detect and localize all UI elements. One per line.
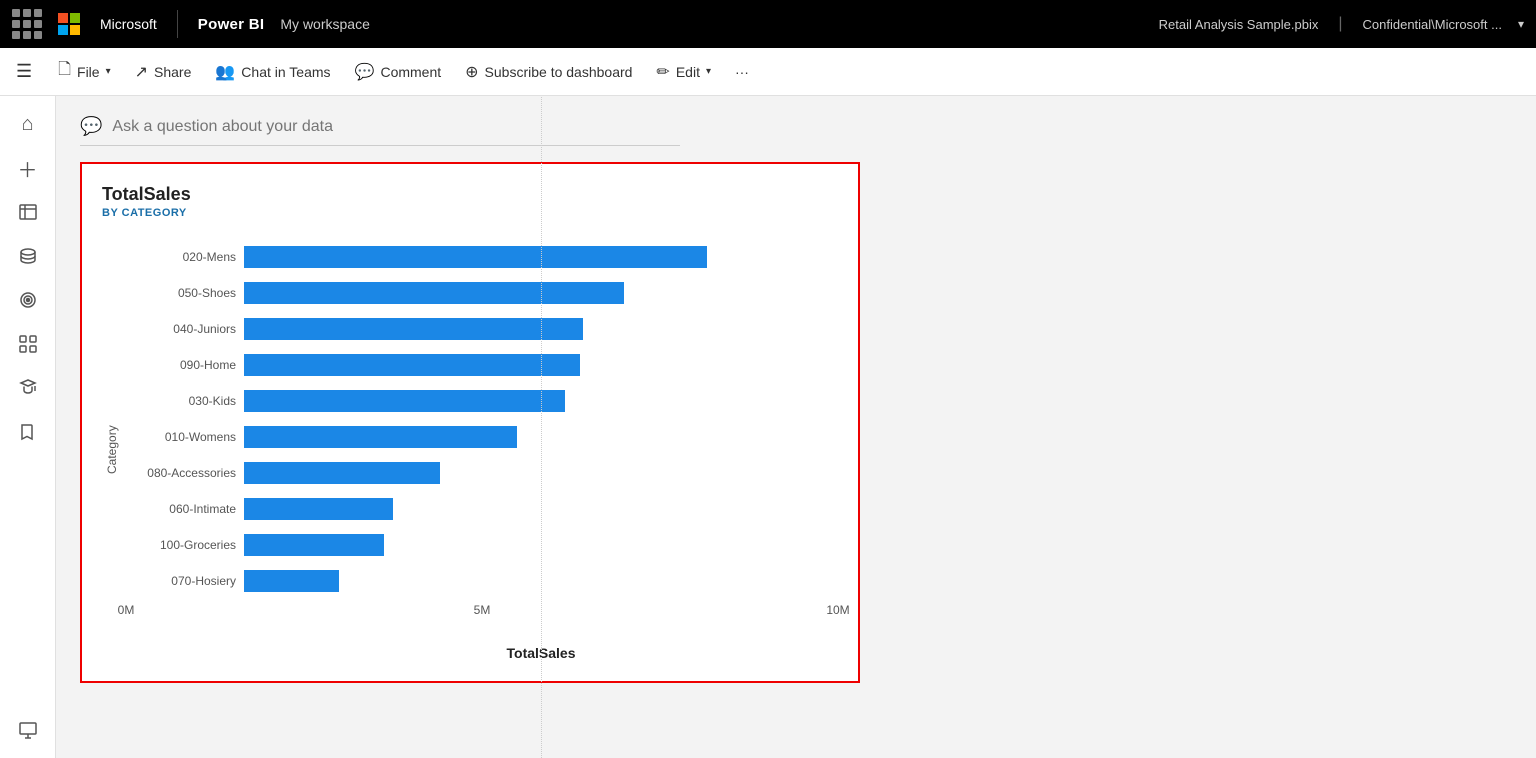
bar-fill	[244, 534, 384, 556]
microsoft-logo	[58, 13, 80, 35]
bar-row: 070-Hosiery	[126, 563, 838, 599]
bar-fill	[244, 390, 565, 412]
x-tick: 0M	[118, 603, 135, 617]
sidebar-item-browse[interactable]	[8, 192, 48, 232]
filename-sep: |	[1338, 15, 1342, 33]
confidential-label: Confidential\Microsoft ...	[1363, 17, 1502, 32]
subscribe-button[interactable]: ⊕ Subscribe to dashboard	[455, 58, 642, 86]
chart-card: TotalSales BY CATEGORY Category 020-Mens…	[80, 162, 860, 683]
edit-label: Edit	[676, 64, 700, 80]
file-icon: 🗋	[58, 58, 71, 85]
bar-row: 090-Home	[126, 347, 838, 383]
more-label: ···	[735, 64, 749, 80]
filename: Retail Analysis Sample.pbix	[1159, 17, 1319, 32]
bar-label: 090-Home	[126, 358, 236, 372]
x-axis-label: TotalSales	[126, 645, 838, 661]
file-button[interactable]: 🗋 File ▾	[48, 54, 120, 89]
bar-label: 080-Accessories	[126, 466, 236, 480]
bar-row: 100-Groceries	[126, 527, 838, 563]
bar-label: 030-Kids	[126, 394, 236, 408]
bar-fill	[244, 570, 339, 592]
sidebar: ⌂ ＋	[0, 96, 56, 758]
edit-chevron-icon: ▾	[706, 66, 711, 77]
sidebar-item-monitor[interactable]	[8, 710, 48, 750]
bar-fill	[244, 318, 583, 340]
sidebar-item-learn[interactable]	[8, 368, 48, 408]
layout: ⌂ ＋	[0, 96, 1536, 758]
bar-label: 060-Intimate	[126, 502, 236, 516]
topbar-divider	[177, 10, 178, 38]
app-grid-icon[interactable]	[12, 9, 42, 39]
chart-title: TotalSales	[102, 184, 838, 205]
microsoft-label: Microsoft	[100, 16, 157, 32]
sidebar-item-book[interactable]	[8, 412, 48, 452]
chat-in-teams-label: Chat in Teams	[241, 64, 330, 80]
bar-row: 020-Mens	[126, 239, 838, 275]
bar-fill	[244, 462, 440, 484]
sidebar-item-home[interactable]: ⌂	[8, 104, 48, 144]
qa-bar[interactable]: 💬	[80, 116, 680, 146]
edit-button[interactable]: ✏ Edit ▾	[646, 58, 721, 86]
chat-in-teams-button[interactable]: 👥 Chat in Teams	[205, 58, 340, 86]
x-tick: 5M	[474, 603, 491, 617]
edit-icon: ✏	[656, 62, 669, 82]
bar-row: 040-Juniors	[126, 311, 838, 347]
more-button[interactable]: ···	[725, 60, 759, 84]
sidebar-item-goals[interactable]	[8, 280, 48, 320]
bar-label: 050-Shoes	[126, 286, 236, 300]
topbar: Microsoft Power BI My workspace Retail A…	[0, 0, 1536, 48]
product-name: Power BI	[198, 16, 265, 33]
bar-label: 010-Womens	[126, 430, 236, 444]
chart-area: Category 020-Mens 050-Shoes 040-Juniors 090…	[102, 239, 838, 661]
bar-track	[244, 570, 838, 592]
bar-fill	[244, 354, 580, 376]
share-icon: ↗	[135, 62, 148, 82]
x-tick: 10M	[826, 603, 849, 617]
bar-row: 060-Intimate	[126, 491, 838, 527]
subscribe-label: Subscribe to dashboard	[485, 64, 633, 80]
ribbon: ☰ 🗋 File ▾ ↗ Share 👥 Chat in Teams 💬 Com…	[0, 48, 1536, 96]
file-chevron-icon: ▾	[106, 66, 111, 77]
sidebar-item-create[interactable]: ＋	[8, 148, 48, 188]
chart-subtitle: BY CATEGORY	[102, 207, 838, 219]
bar-label: 020-Mens	[126, 250, 236, 264]
bar-fill	[244, 426, 517, 448]
bars-container: 020-Mens 050-Shoes 040-Juniors 090-Home 030-…	[126, 239, 838, 599]
subscribe-icon: ⊕	[465, 62, 478, 82]
bar-label: 100-Groceries	[126, 538, 236, 552]
chart-inner: 020-Mens 050-Shoes 040-Juniors 090-Home 030-…	[126, 239, 838, 661]
bar-row: 030-Kids	[126, 383, 838, 419]
file-label: File	[77, 64, 100, 80]
topbar-chevron[interactable]: ▾	[1518, 17, 1524, 31]
qa-icon: 💬	[80, 116, 102, 137]
bar-label: 070-Hosiery	[126, 574, 236, 588]
main-content: 💬 TotalSales BY CATEGORY Category 020-Me…	[56, 96, 1536, 758]
comment-label: Comment	[380, 64, 441, 80]
x-axis: 0M5M10M	[126, 603, 838, 627]
sidebar-item-data[interactable]	[8, 236, 48, 276]
bar-row: 080-Accessories	[126, 455, 838, 491]
menu-hamburger-icon[interactable]: ☰	[16, 61, 32, 82]
bar-row: 010-Womens	[126, 419, 838, 455]
bar-fill	[244, 282, 624, 304]
bar-fill	[244, 246, 707, 268]
qa-input[interactable]	[112, 118, 512, 136]
comment-button[interactable]: 💬 Comment	[345, 58, 452, 86]
bar-label: 040-Juniors	[126, 322, 236, 336]
workspace-name: My workspace	[280, 16, 369, 32]
comment-icon: 💬	[355, 62, 375, 82]
y-axis-label: Category	[102, 239, 122, 661]
bar-fill	[244, 498, 393, 520]
share-label: Share	[154, 64, 191, 80]
share-button[interactable]: ↗ Share	[125, 58, 202, 86]
teams-icon: 👥	[215, 62, 235, 82]
sidebar-item-apps[interactable]	[8, 324, 48, 364]
bar-row: 050-Shoes	[126, 275, 838, 311]
